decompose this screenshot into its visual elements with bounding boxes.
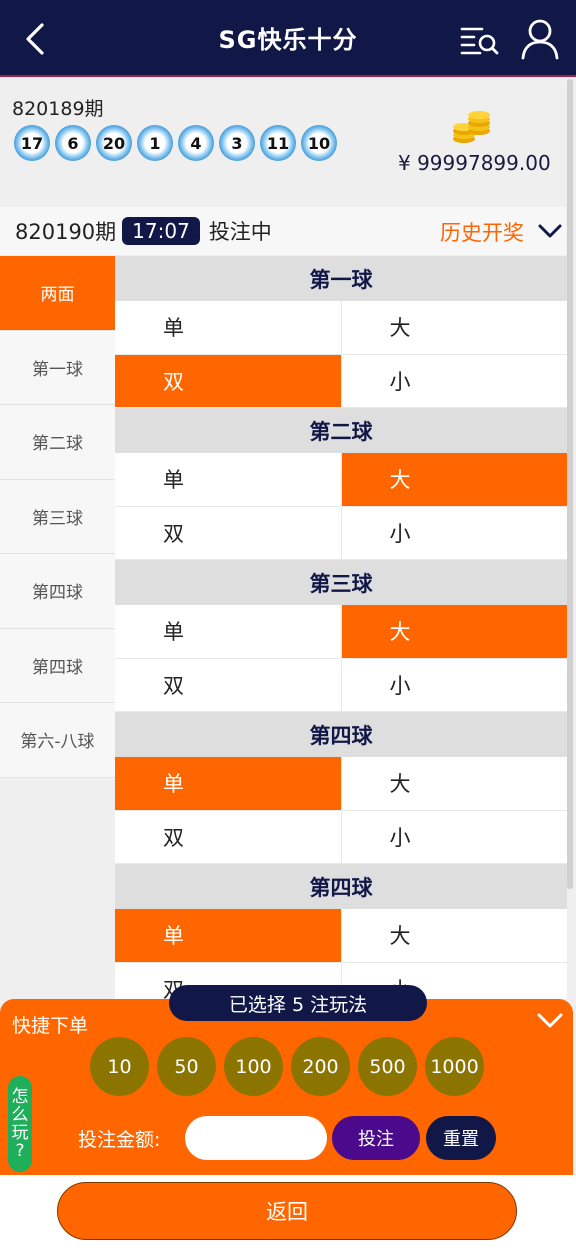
sidebar-item-ball-1[interactable]: 第一球 <box>0 330 115 405</box>
bet-option-small[interactable]: 小 <box>340 506 567 559</box>
footer-bar: 返回 <box>0 1175 576 1252</box>
result-ball: 20 <box>96 125 132 161</box>
chip-1000[interactable]: 1000 <box>425 1037 484 1096</box>
result-ball: 11 <box>260 125 296 161</box>
chip-10[interactable]: 10 <box>90 1037 149 1096</box>
group-title: 第二球 <box>115 408 567 453</box>
bet-row: 单 大 <box>115 301 567 355</box>
bet-option-small[interactable]: 小 <box>340 810 567 863</box>
bet-option-odd[interactable]: 单 <box>115 909 341 962</box>
howto-char: 么 <box>11 1105 29 1125</box>
bet-row: 单 大 <box>115 909 567 963</box>
bet-option-big[interactable]: 大 <box>340 757 567 810</box>
bet-row: 单 大 <box>115 453 567 507</box>
back-arrow-icon[interactable] <box>20 22 54 56</box>
sidebar-item-ball-3[interactable]: 第三球 <box>0 479 115 554</box>
selected-count-pill: 已选择 5 注玩法 <box>169 985 427 1021</box>
bet-option-big[interactable]: 大 <box>340 453 567 506</box>
group-title: 第三球 <box>115 560 567 605</box>
draw-result-balls: 17 6 20 1 4 3 11 10 <box>14 125 337 161</box>
how-to-play-button[interactable]: 怎 么 玩 ? <box>8 1076 32 1172</box>
sidebar-item-ball-4[interactable]: 第四球 <box>0 554 115 629</box>
history-search-icon[interactable] <box>460 22 500 58</box>
bet-option-even[interactable]: 双 <box>115 506 341 559</box>
result-ball: 6 <box>55 125 91 161</box>
result-ball: 10 <box>301 125 337 161</box>
group-title: 第一球 <box>115 256 567 301</box>
sidebar-item-ball-6-8[interactable]: 第六-八球 <box>0 703 115 778</box>
bet-status: 投注中 <box>208 220 272 244</box>
group-title: 第四球 <box>115 712 567 757</box>
collapse-chevron-icon[interactable] <box>536 1009 564 1031</box>
current-issue-number: 820190期 <box>15 220 117 244</box>
last-issue-number: 820189期 <box>12 98 104 120</box>
chip-50[interactable]: 50 <box>157 1037 216 1096</box>
sidebar-item-ball-4b[interactable]: 第四球 <box>0 628 115 703</box>
page-title: SG快乐十分 <box>218 26 358 54</box>
bet-row: 双 小 <box>115 506 567 560</box>
bet-option-even[interactable]: 双 <box>115 658 341 711</box>
result-ball: 3 <box>219 125 255 161</box>
bet-option-small[interactable]: 小 <box>340 354 567 407</box>
bet-row: 双 小 <box>115 658 567 712</box>
amount-chips: 10 50 100 200 500 1000 <box>90 1037 484 1096</box>
result-ball: 1 <box>137 125 173 161</box>
quick-bet-panel: 快捷下单 10 50 100 200 500 1000 怎 么 玩 ? 投注金额… <box>0 999 573 1175</box>
howto-char: ? <box>15 1141 25 1161</box>
bet-row: 双 小 <box>115 810 567 864</box>
result-ball: 17 <box>14 125 50 161</box>
sidebar-item-ball-2[interactable]: 第二球 <box>0 405 115 480</box>
chip-200[interactable]: 200 <box>291 1037 350 1096</box>
play-type-sidebar: 两面 第一球 第二球 第三球 第四球 第四球 第六-八球 <box>0 256 115 999</box>
coin-stack-icon <box>453 111 490 143</box>
sidebar-item-two-sides[interactable]: 两面 <box>0 256 115 331</box>
quick-bet-title: 快捷下单 <box>12 1015 89 1037</box>
bet-amount-input[interactable] <box>185 1116 327 1160</box>
bet-option-even[interactable]: 双 <box>115 354 341 407</box>
bet-option-odd[interactable]: 单 <box>115 301 341 354</box>
return-button[interactable]: 返回 <box>57 1182 517 1240</box>
top-bar: SG快乐十分 <box>0 0 576 77</box>
lottery-page: SG快乐十分 820189期 17 6 20 1 4 3 11 10 ¥ 999… <box>0 0 576 1252</box>
bet-option-odd[interactable]: 单 <box>115 605 341 658</box>
group-title: 第四球 <box>115 864 567 909</box>
last-draw-panel: 820189期 17 6 20 1 4 3 11 10 ¥ 99997899.0… <box>0 79 566 207</box>
history-draws-link[interactable]: 历史开奖 <box>440 217 524 247</box>
countdown-timer: 17:07 <box>122 217 200 245</box>
howto-char: 玩 <box>11 1123 29 1143</box>
bet-row: 双 小 <box>115 354 567 408</box>
place-bet-button[interactable]: 投注 <box>332 1116 420 1160</box>
bet-row: 单 大 <box>115 605 567 659</box>
bet-option-odd[interactable]: 单 <box>115 453 341 506</box>
howto-char: 怎 <box>11 1087 29 1107</box>
bet-option-big[interactable]: 大 <box>340 605 567 658</box>
bet-option-odd[interactable]: 单 <box>115 757 341 810</box>
bet-amount-label: 投注金额: <box>78 1129 161 1151</box>
user-icon[interactable] <box>520 18 560 60</box>
bet-options-list: 第一球 单 大 双 小 第二球 单 大 双 小 第三球 单 大 双 小 第四球 … <box>115 256 567 999</box>
chip-100[interactable]: 100 <box>224 1037 283 1096</box>
bet-row: 单 大 <box>115 757 567 811</box>
scrollbar[interactable] <box>567 79 573 889</box>
chevron-down-icon[interactable] <box>537 221 563 241</box>
current-issue-bar: 820190期 17:07 投注中 历史开奖 <box>0 207 566 255</box>
bet-option-even[interactable]: 双 <box>115 810 341 863</box>
account-balance: ¥ 99997899.00 <box>398 151 551 175</box>
bet-option-small[interactable]: 小 <box>340 658 567 711</box>
bet-option-big[interactable]: 大 <box>340 909 567 962</box>
result-ball: 4 <box>178 125 214 161</box>
bet-option-big[interactable]: 大 <box>340 301 567 354</box>
reset-button[interactable]: 重置 <box>426 1116 496 1160</box>
chip-500[interactable]: 500 <box>358 1037 417 1096</box>
